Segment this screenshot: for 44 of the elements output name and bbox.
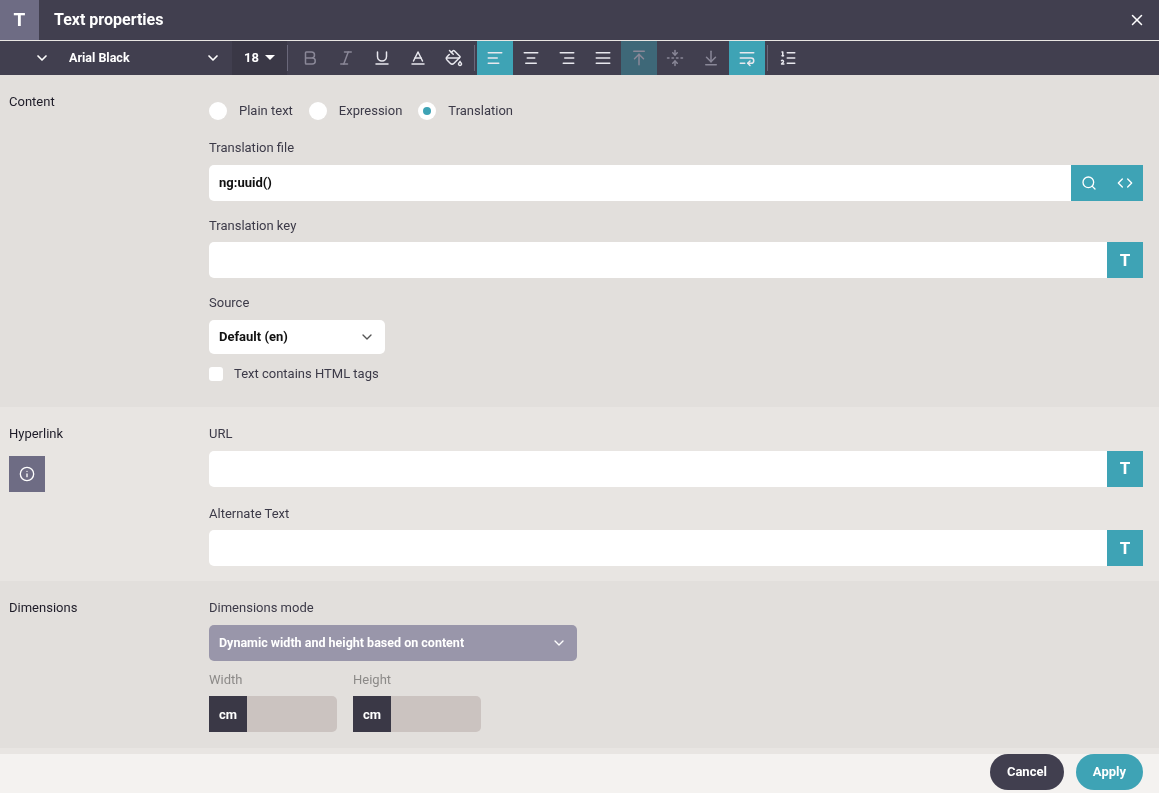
radio-button[interactable]	[209, 101, 227, 120]
field-label: Width	[209, 670, 244, 689]
section-label: Dimensions	[9, 599, 79, 618]
font-size-dropdown[interactable]: 18	[232, 40, 287, 75]
font-color-icon	[409, 48, 427, 67]
section-label: Content	[9, 92, 56, 111]
align-top-icon	[630, 48, 648, 67]
radio-button[interactable]	[418, 101, 437, 120]
field-label: URL	[209, 425, 234, 444]
field-label: Height	[353, 670, 393, 689]
caret-icon	[264, 55, 275, 61]
dimension-field[interactable]: cm	[353, 696, 481, 733]
font-dropdown[interactable]: Arial Black	[69, 40, 221, 75]
search-icon	[1081, 174, 1097, 191]
section-label: Hyperlink	[9, 425, 65, 444]
checkbox-option[interactable]: Text contains HTML tags	[209, 363, 1143, 384]
radio-option[interactable]: Expression	[308, 100, 403, 121]
radio-option[interactable]: Translation	[418, 100, 513, 121]
alternate-text-field[interactable]	[209, 530, 1107, 567]
translation-key-field[interactable]	[209, 242, 1107, 279]
url-field[interactable]	[209, 450, 1107, 487]
dimension-field[interactable]: cm	[209, 696, 337, 733]
field-label: Translation key	[209, 216, 298, 235]
cancel-button[interactable]: Cancel	[989, 754, 1064, 790]
field-label: Translation file	[209, 139, 296, 158]
translation-file-field[interactable]: ng:uuid()	[209, 164, 1071, 201]
window-title: Text properties	[54, 9, 164, 31]
underline-icon	[373, 48, 391, 67]
source-dropdown[interactable]: Default (en)	[209, 319, 385, 354]
field-label: Dimensions mode	[209, 599, 315, 618]
field-label: Source	[209, 294, 251, 313]
align-middle-icon	[666, 48, 684, 67]
paint-bucket-icon	[445, 48, 463, 67]
info-icon	[19, 465, 35, 482]
radio-option[interactable]: Plain text	[209, 100, 293, 121]
info-button[interactable]	[9, 455, 45, 492]
italic-icon	[337, 48, 355, 67]
field-label: Alternate Text	[209, 504, 291, 523]
unit-label: cm	[209, 696, 247, 733]
unit-label: cm	[353, 696, 391, 733]
radio-button[interactable]	[308, 101, 327, 120]
checkbox[interactable]	[209, 366, 223, 381]
align-bottom-icon	[702, 48, 720, 67]
app-logo: T	[0, 0, 39, 40]
